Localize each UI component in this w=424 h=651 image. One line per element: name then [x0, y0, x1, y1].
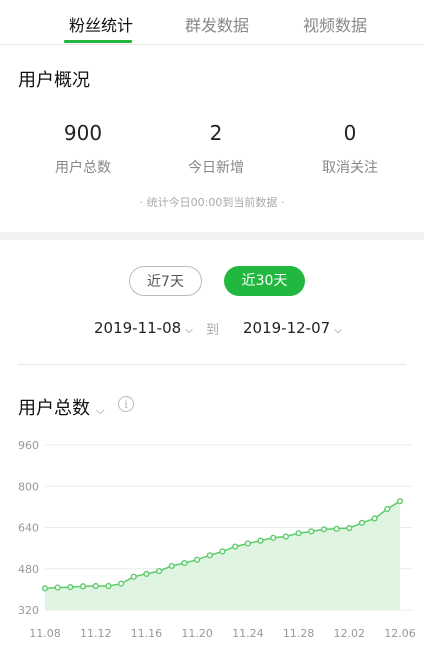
chevron-down-icon: ⌵ [96, 404, 105, 417]
overview-title: 用户概况 [18, 70, 90, 91]
tab-broadcast-data[interactable]: 群发数据 [185, 12, 249, 36]
x-tick-label: 11.16 [131, 627, 163, 640]
stat-new-today: 2 今日新增 [156, 121, 276, 177]
x-tick-label: 11.12 [80, 627, 112, 640]
range-7-days-button[interactable]: 近7天 [129, 266, 202, 296]
data-point [384, 505, 391, 513]
data-point [105, 582, 112, 590]
stat-new-today-label: 今日新增 [188, 160, 244, 176]
range-30-days-button[interactable]: 近30天 [224, 266, 305, 296]
data-point [54, 584, 61, 591]
stat-new-today-value: 2 [209, 121, 223, 145]
divider [18, 364, 406, 365]
data-point [41, 585, 49, 592]
tab-fan-stats[interactable]: 粉丝统计 [69, 12, 133, 36]
y-tick-label: 320 [18, 604, 39, 617]
stat-unfollowed-value: 0 [343, 121, 357, 145]
data-point [67, 583, 74, 591]
data-point [194, 556, 201, 563]
data-point [244, 540, 251, 547]
tab-video-data[interactable]: 视频数据 [303, 12, 367, 36]
end-date-picker[interactable]: 2019-12-07 ⌵ [243, 319, 342, 337]
data-point [130, 573, 137, 580]
data-point [270, 534, 277, 541]
data-point [308, 528, 315, 535]
x-tick-label: 12.06 [384, 627, 416, 640]
data-point [396, 498, 404, 505]
data-point [181, 559, 188, 567]
data-point [346, 524, 353, 532]
x-tick-label: 11.20 [181, 627, 213, 640]
data-point [79, 583, 87, 590]
data-point [295, 530, 302, 537]
data-point [282, 533, 289, 540]
stat-unfollowed: 0 取消关注 [290, 121, 410, 177]
stat-total-users-label: 用户总数 [55, 160, 111, 176]
y-tick-label: 800 [18, 480, 39, 493]
stat-total-users: 900 用户总数 [23, 121, 143, 177]
data-point [117, 580, 125, 587]
y-axis-ticks: 960 800 640 480 320 [18, 439, 39, 617]
x-axis-ticks: 11.08 11.12 11.16 11.20 11.24 11.28 12.02 12.06 [29, 627, 416, 640]
data-point [143, 570, 150, 578]
chevron-down-icon: ⌵ [185, 325, 193, 336]
start-date-value: 2019-11-08 [94, 319, 182, 337]
end-date-value: 2019-12-07 [243, 319, 331, 337]
data-point [206, 552, 213, 559]
stat-total-users-value: 900 [63, 121, 103, 145]
data-point [219, 548, 226, 555]
info-icon[interactable]: i [118, 396, 134, 412]
data-point [333, 525, 340, 532]
stat-unfollowed-label: 取消关注 [322, 160, 378, 176]
x-tick-label: 11.08 [29, 627, 61, 640]
date-separator: 到 [206, 323, 220, 338]
data-point [371, 515, 378, 522]
metric-selector[interactable]: 用户总数 ⌵ [18, 394, 104, 420]
data-point [232, 543, 239, 550]
data-point [257, 537, 264, 544]
y-tick-label: 960 [18, 439, 39, 452]
data-point [168, 562, 175, 570]
active-tab-indicator [64, 40, 132, 43]
y-tick-label: 480 [18, 563, 39, 576]
users-line-chart: 960 800 640 480 320 11.08 11.12 11.16 11.20 11.2… [18, 439, 416, 640]
chevron-down-icon: ⌵ [334, 325, 342, 336]
data-point [156, 567, 163, 575]
data-point [358, 519, 366, 526]
metric-title: 用户总数 [18, 398, 90, 419]
y-tick-label: 640 [18, 522, 39, 535]
start-date-picker[interactable]: 2019-11-08 ⌵ [94, 319, 193, 337]
tab-bar: 粉丝统计 群发数据 视频数据 [0, 0, 424, 45]
chart-area-fill [45, 501, 400, 610]
x-tick-label: 11.28 [283, 627, 315, 640]
x-tick-label: 11.24 [232, 627, 264, 640]
data-point [92, 582, 99, 590]
stats-note: · 统计今日00:00到当前数据 · [139, 196, 285, 209]
section-separator [0, 232, 424, 240]
data-point [320, 526, 328, 533]
x-tick-label: 12.02 [334, 627, 366, 640]
